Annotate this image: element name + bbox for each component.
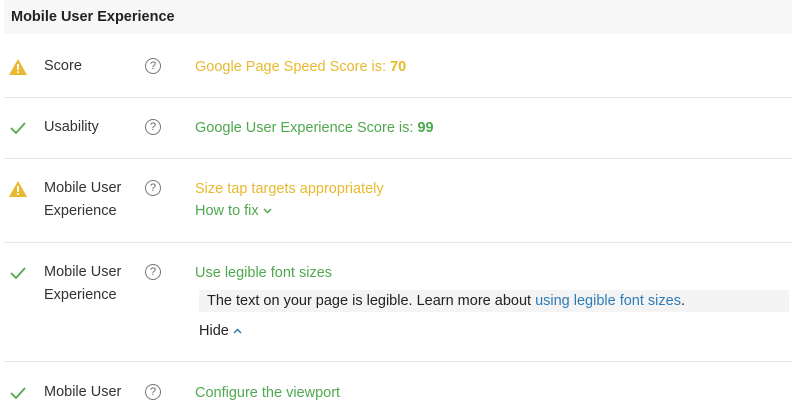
divider <box>4 242 792 243</box>
hide-label: Hide <box>199 323 229 339</box>
detail-end: . <box>680 293 685 309</box>
how-to-fix-button[interactable]: How to fix <box>195 202 272 220</box>
hide-button[interactable]: Hide <box>199 322 242 340</box>
row-label-line1: Mobile User <box>44 264 122 280</box>
help-icon[interactable]: ? <box>145 119 161 135</box>
divider <box>4 361 792 362</box>
row-label: Mobile User Experience <box>44 261 134 307</box>
help-icon[interactable]: ? <box>145 180 161 196</box>
chevron-up-icon <box>233 328 242 334</box>
score-value: 70 <box>390 59 407 75</box>
viewport-text: Configure the viewport <box>195 385 341 400</box>
check-icon <box>10 267 26 280</box>
help-icon[interactable]: ? <box>145 58 161 74</box>
row-label: Mobile User Experience <box>44 177 134 223</box>
row-label: Mobile User <box>44 384 122 400</box>
score-label: Google Page Speed Score is: <box>195 59 391 75</box>
chevron-down-icon <box>263 208 272 214</box>
warning-icon <box>9 181 27 197</box>
check-icon <box>10 387 26 400</box>
detail-box: The text on your page is legible. Learn … <box>199 290 789 312</box>
row-label: Usability <box>44 119 99 135</box>
legible-fonts-link[interactable]: using legible font sizes <box>535 293 681 309</box>
usability-text: Google User Experience Score is: 99 <box>195 119 434 137</box>
section-title: Mobile User Experience <box>4 0 792 34</box>
divider <box>4 97 792 98</box>
row-label-line2: Experience <box>44 203 117 219</box>
detail-text: The text on your page is legible. Learn … <box>207 293 536 309</box>
usability-value: 99 <box>417 120 434 136</box>
row-label-line1: Mobile User <box>44 180 122 196</box>
help-icon[interactable]: ? <box>145 384 161 400</box>
warning-icon <box>9 59 27 75</box>
tap-targets-text: Size tap targets appropriately <box>195 181 384 197</box>
check-icon <box>10 122 26 135</box>
row-label-line2: Experience <box>44 287 117 303</box>
legible-fonts-text: Use legible font sizes <box>195 265 333 281</box>
divider <box>4 158 792 159</box>
mobile-ux-panel: Mobile User Experience Score ? Google Pa… <box>0 0 796 400</box>
how-to-fix-label: How to fix <box>195 203 259 219</box>
row-label: Score <box>44 58 82 74</box>
usability-label: Google User Experience Score is: <box>195 120 418 136</box>
score-text: Google Page Speed Score is: 70 <box>195 58 406 76</box>
help-icon[interactable]: ? <box>145 264 161 280</box>
